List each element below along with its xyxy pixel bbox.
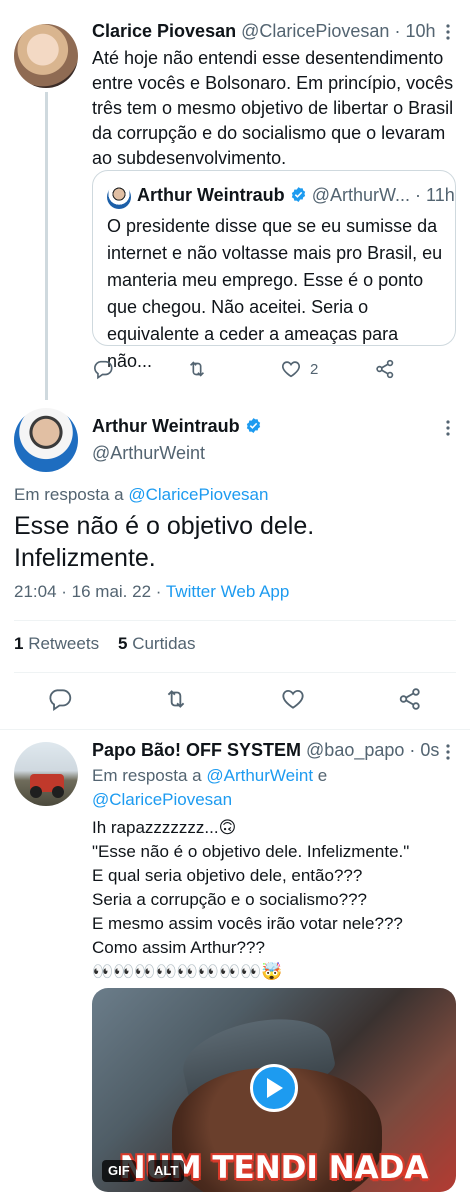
share-button[interactable]: [397, 686, 423, 712]
gif-caption: NUM TENDI NADA: [119, 1150, 429, 1186]
separator-dot: ·: [409, 740, 416, 760]
reply-and: e: [317, 766, 328, 785]
reply-to-link[interactable]: @ClaricePiovesan: [128, 485, 268, 504]
avatar-arthur-small: [107, 185, 131, 209]
reply-context: Em resposta a @ArthurWeint e @ClaricePio…: [92, 764, 432, 812]
author-name[interactable]: Clarice Piovesan: [92, 21, 236, 41]
tweet-header: Clarice Piovesan @ClaricePiovesan · 10h: [92, 21, 436, 42]
tweet-text: Esse não é o objetivo dele. Infelizmente…: [14, 512, 315, 572]
author-handle[interactable]: @ArthurWeint: [92, 443, 205, 464]
more-options-icon[interactable]: [442, 744, 454, 760]
tweet-text: Ih rapazzzzzzz...🙃 "Esse não é o objetiv…: [92, 818, 410, 981]
divider: [14, 620, 456, 621]
author-name[interactable]: Papo Bão! OFF SYSTEM: [92, 740, 301, 760]
atv-wheel: [30, 786, 42, 798]
like-count: 2: [310, 360, 319, 378]
play-icon: [267, 1078, 283, 1098]
gif-badge: GIF: [102, 1160, 136, 1182]
retweets-label: Retweets: [28, 634, 100, 653]
tweet-arthur-main: Arthur Weintraub @ArthurWeint Em respost…: [0, 400, 470, 730]
reply-button[interactable]: [47, 686, 73, 712]
quoted-tweet[interactable]: Arthur Weintraub @ArthurW... · 11h O pre…: [92, 170, 456, 371]
verified-badge-icon: [291, 187, 305, 202]
share-button[interactable]: [374, 358, 396, 380]
tweet-clarice[interactable]: Clarice Piovesan @ClaricePiovesan · 10h …: [0, 0, 470, 400]
retweet-button[interactable]: [186, 358, 208, 380]
retweet-icon: [189, 361, 205, 377]
divider: [14, 672, 456, 673]
share-icon: [399, 688, 420, 710]
retweets-stat[interactable]: 1 Retweets: [14, 634, 99, 653]
author-name[interactable]: Arthur Weintraub: [92, 416, 240, 436]
quote-author-name: Arthur Weintraub: [137, 185, 285, 205]
tweet-source-link[interactable]: Twitter Web App: [166, 582, 289, 601]
author-handle[interactable]: @bao_papo: [306, 740, 404, 760]
author-handle[interactable]: @ClaricePiovesan: [241, 21, 389, 41]
reply-button[interactable]: [92, 358, 114, 380]
tweet-header: Papo Bão! OFF SYSTEM @bao_papo · 0s: [92, 740, 439, 761]
play-button[interactable]: [250, 1064, 298, 1112]
share-icon: [376, 359, 394, 379]
tweet-time[interactable]: 10h: [405, 21, 435, 41]
quote-header: Arthur Weintraub @ArthurW... · 11h: [137, 185, 455, 206]
more-options-icon[interactable]: [442, 420, 454, 436]
gif-media[interactable]: NUM TENDI NADA GIF ALT: [92, 988, 456, 1192]
quote-time: 11h: [426, 185, 455, 205]
like-icon: [282, 361, 300, 378]
reply-context: Em resposta a @ClaricePiovesan: [14, 485, 268, 505]
verified-badge-icon: [246, 418, 260, 433]
more-options-icon[interactable]: [442, 24, 454, 40]
tweet-papo-bao[interactable]: Papo Bão! OFF SYSTEM @bao_papo · 0s Em r…: [0, 730, 470, 1200]
separator-dot: ·: [415, 185, 422, 205]
tweet-text: Até hoje não entendi esse desentendiment…: [92, 48, 454, 168]
like-icon: [282, 689, 304, 709]
retweet-button[interactable]: [163, 686, 189, 712]
avatar-papo-bao[interactable]: [14, 742, 78, 806]
likes-count: 5: [117, 634, 128, 653]
quote-author-handle: @ArthurW...: [311, 185, 410, 205]
tweet-time[interactable]: 0s: [420, 740, 439, 760]
atv-wheel: [52, 786, 64, 798]
separator-dot: ·: [394, 21, 401, 41]
avatar-arthur[interactable]: [14, 408, 78, 472]
retweets-count: 1: [14, 634, 24, 653]
likes-stat[interactable]: 5 Curtidas: [118, 634, 196, 653]
reply-to-link[interactable]: @ClaricePiovesan: [92, 790, 232, 809]
reply-icon: [94, 360, 113, 380]
tweet-timestamp[interactable]: 21:04 · 16 mai. 22: [14, 582, 151, 601]
retweet-icon: [167, 690, 185, 708]
reply-prefix: Em resposta a: [92, 766, 202, 785]
author-name-row: Arthur Weintraub: [92, 416, 262, 437]
tweet-stats: 1 Retweets 5 Curtidas: [14, 634, 196, 654]
avatar-clarice[interactable]: [14, 24, 78, 88]
like-button[interactable]: [280, 686, 306, 712]
reply-icon: [49, 689, 72, 712]
alt-badge[interactable]: ALT: [148, 1160, 185, 1182]
thread-line: [45, 92, 48, 400]
tweet-meta: 21:04 · 16 mai. 22 · Twitter Web App: [14, 582, 289, 602]
like-button[interactable]: 2: [280, 358, 318, 380]
likes-label: Curtidas: [132, 634, 196, 653]
separator-dot: ·: [155, 582, 162, 601]
quote-text: O presidente disse que se eu sumisse da …: [107, 216, 443, 371]
reply-prefix: Em resposta a: [14, 485, 124, 504]
reply-to-link[interactable]: @ArthurWeint: [206, 766, 313, 785]
